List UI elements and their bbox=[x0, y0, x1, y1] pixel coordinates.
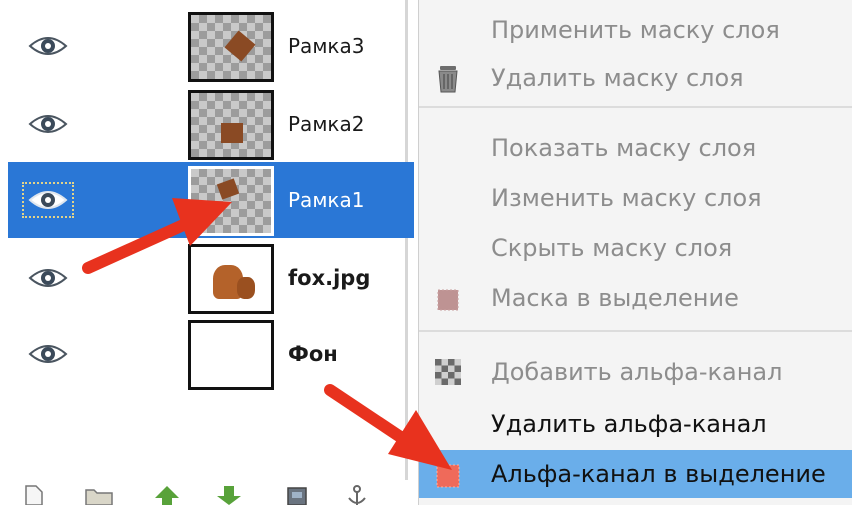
layer-context-menu: Применить маску слоя Удалить маску слоя … bbox=[418, 0, 852, 505]
menu-item-label: Альфа-канал в выделение bbox=[491, 460, 826, 488]
layer-row-frame1[interactable]: Рамка1 bbox=[8, 162, 414, 238]
layer-name: Фон bbox=[288, 342, 338, 366]
layer-name: Рамка3 bbox=[288, 34, 365, 58]
menu-item-label: Показать маску слоя bbox=[491, 134, 757, 162]
checker-icon bbox=[431, 355, 465, 389]
layer-thumbnail bbox=[188, 320, 274, 390]
menu-separator bbox=[419, 106, 852, 108]
visibility-eye-icon[interactable] bbox=[22, 28, 74, 64]
folder-icon[interactable] bbox=[84, 480, 118, 506]
layer-row-frame2[interactable]: Рамка2 bbox=[8, 86, 414, 162]
raise-layer-icon[interactable] bbox=[152, 480, 186, 505]
layer-row-frame3[interactable]: Рамка3 bbox=[8, 8, 414, 84]
mask-selection-icon bbox=[431, 281, 465, 315]
visibility-eye-icon[interactable] bbox=[22, 260, 74, 296]
visibility-eye-icon[interactable] bbox=[22, 106, 74, 142]
layer-row-background[interactable]: Фон bbox=[8, 316, 414, 392]
menu-item-label: Изменить маску слоя bbox=[491, 184, 762, 212]
menu-separator bbox=[419, 330, 852, 332]
layers-toolbar bbox=[0, 480, 416, 506]
menu-item-label: Маска в выделение bbox=[491, 284, 739, 312]
menu-item-disable-mask[interactable]: Скрыть маску слоя bbox=[419, 224, 852, 272]
menu-item-show-mask[interactable]: Показать маску слоя bbox=[419, 124, 852, 172]
new-layer-icon[interactable] bbox=[22, 480, 56, 506]
anchor-icon[interactable] bbox=[342, 480, 376, 505]
layer-thumbnail bbox=[188, 12, 274, 82]
menu-item-label: Применить маску слоя bbox=[491, 16, 780, 44]
lower-layer-icon[interactable] bbox=[214, 480, 248, 505]
layers-panel: Рамка3 Рамка2 Рамка1 fox.jpg Фон bbox=[0, 0, 416, 506]
duplicate-layer-icon[interactable] bbox=[282, 480, 316, 506]
menu-item-alpha-to-selection[interactable]: Альфа-канал в выделение bbox=[419, 450, 852, 498]
menu-item-delete-mask[interactable]: Удалить маску слоя bbox=[419, 54, 852, 102]
menu-item-label: Добавить альфа-канал bbox=[491, 358, 783, 386]
menu-item-edit-mask[interactable]: Изменить маску слоя bbox=[419, 174, 852, 222]
layer-name: Рамка1 bbox=[288, 188, 365, 212]
menu-item-label: Скрыть маску слоя bbox=[491, 234, 733, 262]
visibility-eye-icon[interactable] bbox=[22, 182, 74, 218]
menu-item-add-alpha[interactable]: Добавить альфа-канал bbox=[419, 348, 852, 396]
layer-name: Рамка2 bbox=[288, 112, 365, 136]
layer-thumbnail bbox=[188, 166, 274, 236]
menu-item-apply-mask[interactable]: Применить маску слоя bbox=[419, 6, 852, 54]
layer-thumbnail bbox=[188, 90, 274, 160]
layer-name: fox.jpg bbox=[288, 266, 371, 290]
menu-item-label: Удалить маску слоя bbox=[491, 64, 744, 92]
menu-item-label: Удалить альфа-канал bbox=[491, 410, 767, 438]
trash-icon bbox=[431, 61, 465, 95]
alpha-selection-icon bbox=[431, 457, 465, 491]
menu-item-remove-alpha[interactable]: Удалить альфа-канал bbox=[419, 400, 852, 448]
visibility-eye-icon[interactable] bbox=[22, 336, 74, 372]
layer-row-fox[interactable]: fox.jpg bbox=[8, 240, 414, 316]
layer-thumbnail-photo bbox=[188, 244, 274, 314]
menu-item-mask-to-selection[interactable]: Маска в выделение bbox=[419, 274, 852, 322]
